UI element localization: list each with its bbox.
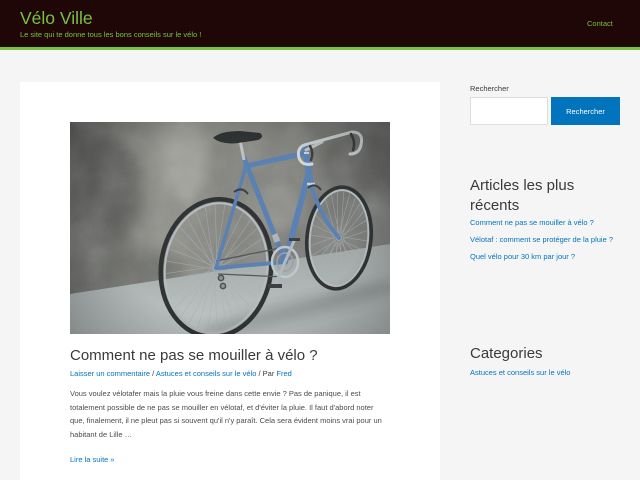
recent-post-link[interactable]: Quel vélo pour 30 km par jour ? [470,252,575,261]
meta-separator: / [258,369,261,378]
post-title-heading: Comment ne pas se mouiller à vélo ? [70,346,318,366]
nav-item-contact[interactable]: Contact [587,19,613,29]
categories-list: Astuces et conseils sur le vélo [470,364,630,381]
categories-heading: Categories [470,345,543,362]
list-item: Astuces et conseils sur le vélo [470,364,630,381]
post-excerpt: Vous voulez vélotafer mais la pluie vous… [70,389,382,439]
list-item: Comment ne pas se mouiller à vélo ? [470,214,630,231]
photo-vignette [70,122,390,334]
post-title-link[interactable]: Comment ne pas se mouiller à vélo ? [70,347,318,364]
search-label: Rechercher [470,84,509,93]
site-tagline: Le site qui te donne tous les bons conse… [20,30,202,39]
site-title-link[interactable]: Vélo Ville [20,8,93,28]
site-header: Vélo Ville Le site qui te donne tous les… [0,0,640,50]
recent-posts-list: Comment ne pas se mouiller à vélo ? Vélo… [470,214,630,265]
meta-separator: / [152,369,155,378]
search-button[interactable]: Rechercher [551,97,620,125]
featured-image [70,122,390,334]
list-item: Vélotaf : comment se protéger de la plui… [470,231,630,248]
author-link[interactable]: Fred [276,369,291,378]
category-item-link[interactable]: Astuces et conseils sur le vélo [470,368,570,377]
post-card: Comment ne pas se mouiller à vélo ? Lais… [20,82,440,480]
list-item: Quel vélo pour 30 km par jour ? [470,248,630,265]
recent-posts-heading: Articles les plus récents [470,177,575,214]
recent-post-link[interactable]: Vélotaf : comment se protéger de la plui… [470,235,613,244]
category-link[interactable]: Astuces et conseils sur le vélo [156,369,256,378]
comments-link[interactable]: Laisser un commentaire [70,369,150,378]
post-meta: Laisser un commentaire / Astuces et cons… [70,368,292,380]
author-prefix: Par [262,369,275,378]
read-more-link[interactable]: Lire la suite » [70,454,115,466]
featured-image-link[interactable] [70,122,390,334]
recent-post-link[interactable]: Comment ne pas se mouiller à vélo ? [470,218,594,227]
search-input[interactable] [470,97,548,125]
